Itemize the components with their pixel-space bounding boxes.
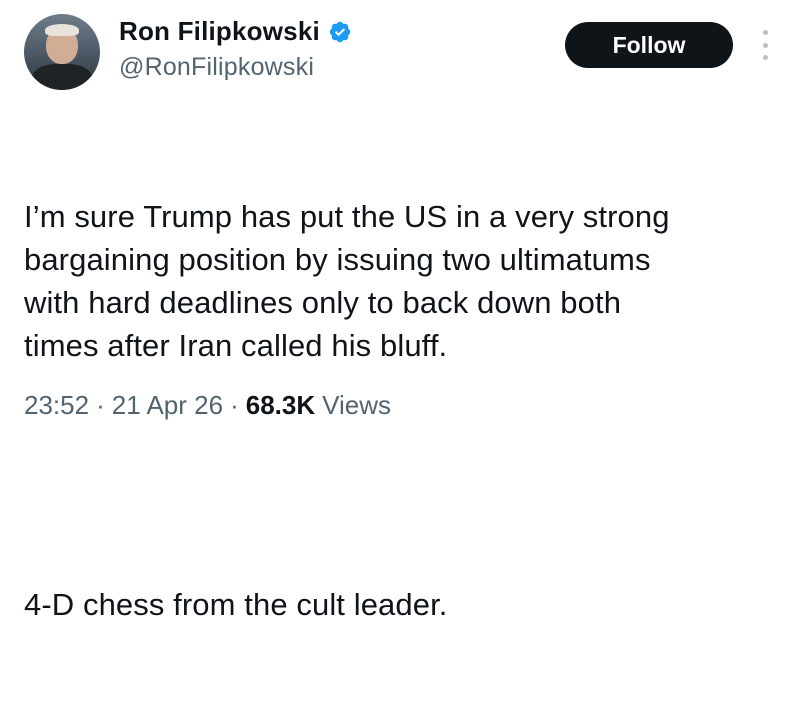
tweet-date[interactable]: 21 Apr 26: [112, 390, 223, 421]
views-count[interactable]: 68.3K: [246, 390, 315, 421]
more-vertical-icon[interactable]: [758, 30, 772, 60]
meta-separator: ·: [230, 390, 239, 420]
avatar-shirt: [32, 64, 92, 90]
tweet-time[interactable]: 23:52: [24, 390, 89, 421]
avatar[interactable]: [24, 14, 100, 90]
author-handle[interactable]: @RonFilipkowski: [119, 53, 314, 82]
tweet-meta: 23:52 · 21 Apr 26 · 68.3K Views: [24, 390, 391, 421]
follow-button[interactable]: Follow: [565, 22, 733, 68]
avatar-hair: [45, 24, 79, 36]
tweet-paragraph: I’m sure Trump has put the US in a very …: [24, 199, 670, 363]
more-dot: [762, 55, 768, 60]
author-name-row: Ron Filipkowski: [119, 16, 352, 47]
verified-badge-icon: [329, 21, 351, 42]
meta-separator: ·: [96, 390, 105, 420]
tweet-paragraph: 4-D chess from the cult leader.: [24, 587, 448, 622]
more-dot: [762, 30, 768, 35]
views-label: Views: [322, 390, 392, 420]
tweet-card: Ron Filipkowski @RonFilipkowski Follow I…: [0, 0, 800, 622]
more-dot: [762, 42, 768, 48]
author-display-name[interactable]: Ron Filipkowski: [119, 16, 320, 47]
